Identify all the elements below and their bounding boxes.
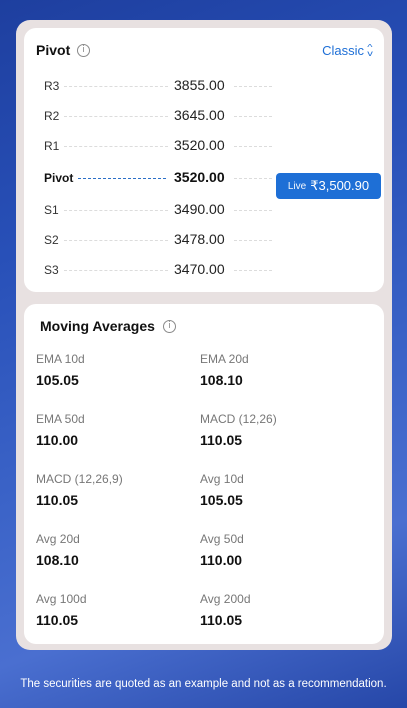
dashed-line	[64, 210, 168, 211]
ma-item-ema-50d: EMA 50d 110.00	[36, 412, 186, 448]
ma-item-avg-100d: Avg 100d 110.05	[36, 592, 186, 628]
stock-panel: Pivot i Classic ^ v R3 3855.00 R2 3645.00…	[16, 20, 392, 650]
ma-name: MACD (12,26)	[200, 412, 277, 426]
pivot-level-value: 3470.00	[174, 261, 225, 277]
ma-item-avg-200d: Avg 200d 110.05	[200, 592, 350, 628]
pivot-level-label: S2	[44, 233, 59, 247]
dashed-line	[64, 270, 168, 271]
ma-name: Avg 10d	[200, 472, 244, 486]
pivot-level-value: 3645.00	[174, 107, 225, 123]
dashed-line	[64, 116, 168, 117]
disclaimer-text: The securities are quoted as an example …	[20, 678, 387, 690]
pivot-mode-label: Classic	[322, 43, 364, 58]
ma-name: MACD (12,26,9)	[36, 472, 123, 486]
ma-name: Avg 200d	[200, 592, 251, 606]
ma-name: Avg 20d	[36, 532, 80, 546]
info-icon[interactable]: i	[77, 44, 90, 57]
pivot-title: Pivot	[36, 42, 71, 58]
live-price: ₹3,500.90	[310, 178, 370, 193]
dashed-line	[234, 178, 272, 179]
ma-value: 108.10	[200, 372, 243, 388]
dashed-line	[64, 240, 168, 241]
moving-averages-card: Moving Averages i EMA 10d 105.05 EMA 20d…	[24, 304, 384, 644]
dashed-line	[234, 210, 272, 211]
chevron-up-down-icon: ^ v	[367, 42, 373, 58]
pivot-level-value: 3478.00	[174, 231, 225, 247]
ma-item-macd-12-26-9: MACD (12,26,9) 110.05	[36, 472, 186, 508]
ma-item-avg-20d: Avg 20d 108.10	[36, 532, 186, 568]
ma-name: EMA 20d	[200, 352, 249, 366]
ma-name: EMA 50d	[36, 412, 85, 426]
pivot-row-r3: R3 3855.00	[44, 76, 374, 96]
pivot-row-s1: S1 3490.00	[44, 200, 374, 220]
ma-value: 105.05	[200, 492, 243, 508]
pivot-level-label: R3	[44, 79, 60, 93]
dashed-line	[64, 86, 168, 87]
pivot-level-label: S3	[44, 263, 59, 277]
ma-value: 108.10	[36, 552, 79, 568]
pivot-row-r2: R2 3645.00	[44, 106, 374, 126]
ma-name: Avg 100d	[36, 592, 87, 606]
ma-value: 110.00	[200, 552, 243, 568]
pivot-level-label: R2	[44, 109, 60, 123]
info-icon[interactable]: i	[163, 320, 176, 333]
ma-name: Avg 50d	[200, 532, 244, 546]
pivot-row-s2: S2 3478.00	[44, 230, 374, 250]
live-label: Live	[287, 180, 307, 192]
dashed-line	[234, 116, 272, 117]
pivot-level-label: Pivot	[44, 171, 74, 185]
dashed-line	[234, 146, 272, 147]
ma-value: 110.00	[36, 432, 79, 448]
live-price-badge: Live ₹3,500.90	[276, 173, 381, 199]
ma-item-ema-10d: EMA 10d 105.05	[36, 352, 186, 388]
dashed-line	[234, 86, 272, 87]
ma-item-ema-20d: EMA 20d 108.10	[200, 352, 350, 388]
ma-name: EMA 10d	[36, 352, 85, 366]
ma-value: 110.05	[36, 492, 79, 508]
pivot-level-label: S1	[44, 203, 59, 217]
pivot-card: Pivot i Classic ^ v R3 3855.00 R2 3645.00…	[24, 28, 384, 292]
pivot-level-value: 3490.00	[174, 201, 225, 217]
ma-item-avg-50d: Avg 50d 110.00	[200, 532, 350, 568]
ma-item-avg-10d: Avg 10d 105.05	[200, 472, 350, 508]
pivot-level-value: 3855.00	[174, 77, 225, 93]
pivot-level-label: R1	[44, 139, 60, 153]
moving-averages-title: Moving Averages	[40, 318, 155, 334]
dashed-line	[234, 270, 272, 271]
pivot-mode-selector[interactable]: Classic ^ v	[322, 42, 373, 58]
pivot-level-value: 3520.00	[174, 137, 225, 153]
ma-value: 110.05	[200, 612, 243, 628]
dashed-line	[64, 146, 168, 147]
pivot-row-s3: S3 3470.00	[44, 260, 374, 280]
dashed-line	[78, 178, 166, 179]
dashed-line	[234, 240, 272, 241]
ma-value: 110.05	[36, 612, 79, 628]
ma-value: 105.05	[36, 372, 79, 388]
pivot-row-r1: R1 3520.00	[44, 136, 374, 156]
ma-value: 110.05	[200, 432, 243, 448]
ma-item-macd-12-26: MACD (12,26) 110.05	[200, 412, 350, 448]
pivot-level-value: 3520.00	[174, 169, 225, 185]
